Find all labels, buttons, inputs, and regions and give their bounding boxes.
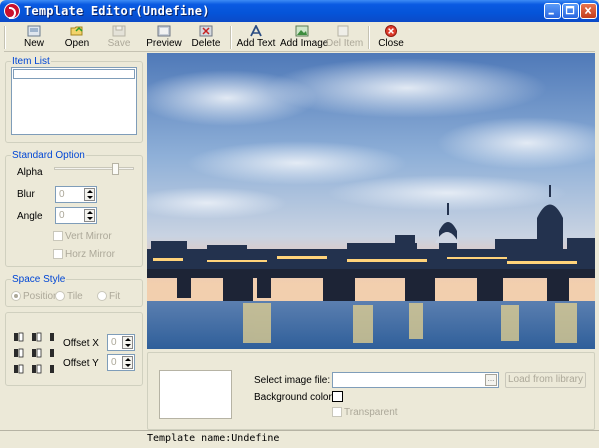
vert-mirror-checkbox[interactable] bbox=[53, 231, 63, 241]
save-button[interactable]: Save bbox=[104, 23, 134, 51]
blur-spinner[interactable]: 0 bbox=[55, 186, 97, 203]
close-window-button[interactable] bbox=[580, 3, 597, 19]
background-color-swatch[interactable] bbox=[332, 391, 343, 402]
preview-image bbox=[147, 53, 595, 349]
background-color-label: Background color: bbox=[254, 392, 335, 403]
offset-y-spinner[interactable]: 0 bbox=[107, 354, 135, 371]
title-bar[interactable]: Template Editor(Undefine) bbox=[0, 0, 599, 22]
spinner-arrows-icon[interactable] bbox=[122, 356, 133, 369]
position-radio[interactable] bbox=[11, 291, 21, 301]
item-list-box[interactable] bbox=[11, 67, 137, 135]
toolbar: New Open Save Preview Delete Add Text Ad… bbox=[4, 23, 595, 52]
list-item[interactable] bbox=[13, 69, 135, 79]
space-style-title: Space Style bbox=[11, 274, 67, 285]
horz-mirror-label: Horz Mirror bbox=[65, 249, 115, 260]
app-icon bbox=[4, 3, 20, 19]
angle-value: 0 bbox=[59, 210, 65, 221]
del-item-icon bbox=[336, 25, 350, 37]
add-text-label: Add Text bbox=[236, 38, 276, 49]
spinner-arrows-icon[interactable] bbox=[122, 336, 133, 349]
select-image-label: Select image file: bbox=[254, 375, 331, 386]
preview-label: Preview bbox=[146, 38, 182, 49]
toolbar-separator bbox=[230, 26, 232, 49]
vert-mirror-label: Vert Mirror bbox=[65, 231, 112, 242]
load-from-library-button[interactable]: Load from library bbox=[505, 372, 586, 388]
image-thumbnail bbox=[159, 370, 232, 419]
spinner-arrows-icon[interactable] bbox=[84, 209, 95, 222]
status-bar: Template name:Undefine bbox=[0, 430, 599, 448]
offset-x-spinner[interactable]: 0 bbox=[107, 334, 135, 351]
offset-x-value: 0 bbox=[111, 337, 117, 348]
add-text-button[interactable]: Add Text bbox=[236, 23, 276, 51]
blur-label: Blur bbox=[17, 189, 35, 200]
transparent-checkbox[interactable] bbox=[332, 407, 342, 417]
add-image-icon bbox=[295, 25, 309, 37]
del-item-label: Del Item bbox=[326, 38, 364, 49]
new-icon bbox=[27, 25, 41, 37]
horz-mirror-checkbox[interactable] bbox=[53, 249, 63, 259]
del-item-button[interactable]: Del Item bbox=[326, 23, 364, 51]
preview-button[interactable]: Preview bbox=[144, 23, 184, 51]
close-red-icon bbox=[384, 25, 398, 37]
fit-radio[interactable] bbox=[97, 291, 107, 301]
offset-y-label: Offset Y bbox=[63, 358, 99, 369]
position-label: Position bbox=[23, 291, 59, 302]
toolbar-separator bbox=[368, 26, 370, 49]
alignment-grid-icon bbox=[14, 332, 54, 374]
tile-radio[interactable] bbox=[55, 291, 65, 301]
delete-icon bbox=[199, 25, 213, 37]
status-text: Template name:Undefine bbox=[147, 433, 280, 444]
add-image-button[interactable]: Add Image bbox=[280, 23, 329, 51]
open-folder-icon bbox=[70, 25, 84, 37]
template-preview-canvas[interactable] bbox=[147, 53, 595, 349]
preview-icon bbox=[157, 25, 171, 37]
item-list-title: Item List bbox=[11, 56, 51, 67]
fit-label: Fit bbox=[109, 291, 121, 302]
add-image-label: Add Image bbox=[280, 38, 329, 49]
maximize-button[interactable] bbox=[562, 3, 579, 19]
tile-label: Tile bbox=[67, 291, 83, 302]
new-button[interactable]: New bbox=[18, 23, 50, 51]
spinner-arrows-icon[interactable] bbox=[84, 188, 95, 201]
open-button[interactable]: Open bbox=[60, 23, 94, 51]
alpha-slider-thumb[interactable] bbox=[112, 163, 119, 175]
load-from-library-label: Load from library bbox=[507, 374, 584, 385]
transparent-label: Transparent bbox=[344, 407, 398, 418]
minimize-button[interactable] bbox=[544, 3, 561, 19]
delete-button[interactable]: Delete bbox=[190, 23, 222, 51]
browse-button[interactable]: ... bbox=[485, 374, 497, 386]
offset-y-value: 0 bbox=[111, 357, 117, 368]
toolbar-grip bbox=[4, 26, 6, 49]
alignment-grid[interactable] bbox=[13, 332, 55, 374]
image-file-input[interactable]: ... bbox=[332, 372, 499, 388]
save-label: Save bbox=[107, 38, 131, 49]
standard-option-title: Standard Option bbox=[11, 150, 86, 161]
window-title: Template Editor(Undefine) bbox=[24, 4, 210, 18]
alpha-slider[interactable] bbox=[54, 163, 134, 177]
open-label: Open bbox=[64, 38, 90, 49]
add-text-icon bbox=[249, 23, 263, 37]
save-disk-icon bbox=[112, 25, 126, 37]
blur-value: 0 bbox=[59, 189, 65, 200]
close-button[interactable]: Close bbox=[376, 23, 406, 51]
close-label: Close bbox=[378, 38, 404, 49]
delete-label: Delete bbox=[191, 38, 221, 49]
new-label: New bbox=[23, 38, 44, 49]
angle-label: Angle bbox=[17, 211, 43, 222]
angle-spinner[interactable]: 0 bbox=[55, 207, 97, 224]
offset-x-label: Offset X bbox=[63, 338, 99, 349]
alpha-label: Alpha bbox=[17, 167, 43, 178]
